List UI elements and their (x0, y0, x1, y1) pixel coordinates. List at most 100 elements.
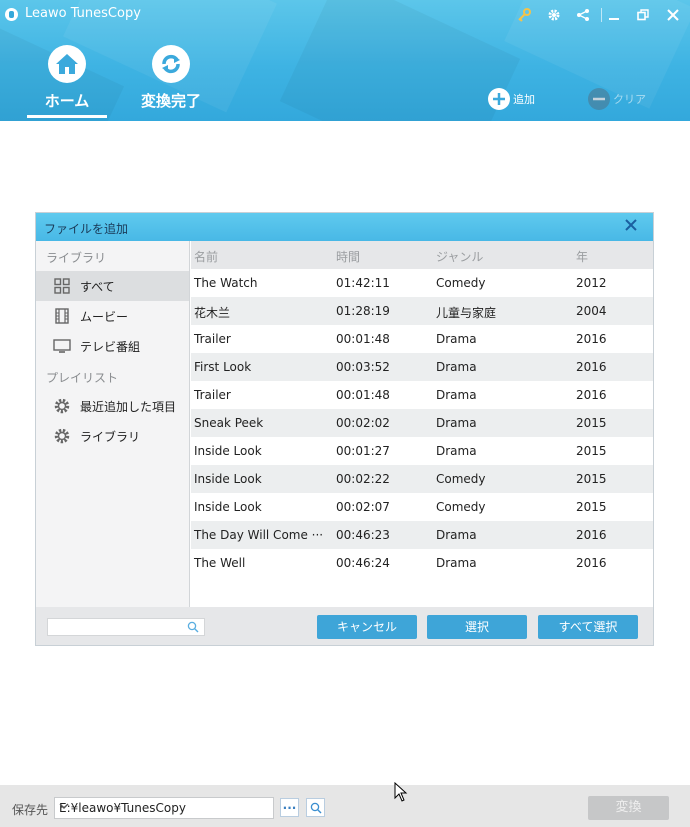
sidebar-item-recently-added[interactable]: 最近追加した項目 (36, 391, 189, 421)
title-bar[interactable]: Leawo TunesCopy (0, 0, 690, 30)
cell-name: Sneak Peek (194, 416, 264, 430)
cancel-button[interactable]: キャンセル (317, 615, 417, 639)
table-row[interactable]: The Day Will Come ··· 00:46:23 Drama 201… (191, 521, 653, 549)
table-row[interactable]: Inside Look 00:01:27 Drama 2015 (191, 437, 653, 465)
cell-year: 2016 (576, 528, 607, 542)
cell-year: 2012 (576, 276, 607, 290)
search-field[interactable] (47, 618, 205, 636)
table-row[interactable]: Sneak Peek 00:02:02 Drama 2015 (191, 409, 653, 437)
chevron-down-icon[interactable] (59, 802, 269, 813)
dialog-close-icon[interactable] (623, 218, 639, 234)
column-header-name[interactable]: 名前 (194, 248, 218, 265)
gear-icon (53, 427, 71, 445)
titlebar-divider (601, 8, 602, 22)
cell-genre: 儿童与家庭 (436, 306, 497, 320)
table-row[interactable]: First Look 00:03:52 Drama 2016 (191, 353, 653, 381)
dialog-footer: キャンセル 選択 すべて選択 (36, 607, 653, 645)
cell-name: The Watch (194, 276, 258, 290)
table-row[interactable]: Inside Look 00:02:22 Comedy 2015 (191, 465, 653, 493)
browse-button[interactable]: ··· (280, 798, 299, 817)
sidebar-item-library[interactable]: ライブラリ (36, 421, 189, 451)
clear-label: クリア (613, 93, 646, 106)
cell-genre: Drama (436, 388, 477, 402)
cell-time: 00:01:48 (336, 388, 390, 402)
table-header: 名前 時間 ジャンル 年 (191, 241, 653, 269)
cell-name: Trailer (194, 332, 231, 346)
minus-icon (588, 88, 610, 110)
save-location-label: 保存先 (12, 803, 49, 817)
library-heading: ライブラリ (46, 251, 107, 265)
table-row[interactable]: The Well 00:46:24 Drama 2016 (191, 549, 653, 577)
cell-name: The Well (194, 556, 246, 570)
add-label: 追加 (513, 93, 535, 106)
table-row[interactable]: Trailer 00:01:48 Drama 2016 (191, 381, 653, 409)
table-row[interactable]: 花木兰 01:28:19 儿童与家庭 2004 (191, 297, 653, 325)
select-all-button[interactable]: すべて選択 (538, 615, 638, 639)
sidebar-item-tv-shows[interactable]: テレビ番組 (36, 331, 189, 361)
cell-time: 01:28:19 (336, 304, 390, 318)
cell-name: First Look (194, 360, 252, 374)
app-logo-icon (5, 8, 18, 21)
cell-genre: Drama (436, 332, 477, 346)
cell-genre: Drama (436, 360, 477, 374)
cell-genre: Drama (436, 556, 477, 570)
add-button[interactable]: 追加 (488, 88, 535, 110)
cell-genre: Drama (436, 444, 477, 458)
cell-time: 00:02:02 (336, 416, 390, 430)
header-bar: Leawo TunesCopy ホーム 変換完了 追加 クリア (0, 0, 690, 121)
gear-icon (53, 397, 71, 415)
cell-year: 2016 (576, 556, 607, 570)
cell-genre: Drama (436, 528, 477, 542)
cell-time: 00:01:48 (336, 332, 390, 346)
cell-year: 2004 (576, 304, 607, 318)
home-icon (48, 45, 86, 83)
column-header-time[interactable]: 時間 (336, 248, 360, 265)
table-row[interactable]: Trailer 00:01:48 Drama 2016 (191, 325, 653, 353)
restore-icon[interactable] (635, 7, 651, 23)
column-header-genre[interactable]: ジャンル (436, 248, 483, 265)
cell-name: Inside Look (194, 444, 262, 458)
bottom-bar: 保存先 E:¥leawo¥TunesCopy ··· 変換 (0, 785, 690, 827)
sidebar-item-label: 最近追加した項目 (80, 399, 177, 414)
minimize-icon[interactable] (606, 7, 622, 23)
select-button[interactable]: 選択 (427, 615, 527, 639)
tab-home[interactable]: ホーム (27, 45, 107, 111)
active-tab-indicator (27, 115, 107, 118)
sidebar-item-label: ムービー (80, 309, 129, 324)
cell-name: The Day Will Come ··· (194, 528, 324, 542)
dialog-title-bar[interactable]: ファイルを追加 (36, 213, 653, 241)
clear-button[interactable]: クリア (588, 88, 646, 110)
output-path-select[interactable]: E:¥leawo¥TunesCopy (54, 797, 274, 819)
sidebar-item-all[interactable]: すべて (36, 271, 189, 301)
cell-genre: Comedy (436, 500, 486, 514)
cell-genre: Drama (436, 416, 477, 430)
cell-year: 2015 (576, 416, 607, 430)
close-icon[interactable] (665, 7, 681, 23)
share-icon[interactable] (575, 7, 591, 23)
key-icon[interactable] (516, 7, 532, 23)
cell-time: 00:01:27 (336, 444, 390, 458)
sidebar-item-movies[interactable]: ムービー (36, 301, 189, 331)
add-file-dialog: ファイルを追加 ライブラリ すべて ムービー テレビ番組 プレイリスト 最近追加… (35, 212, 654, 646)
cell-time: 00:02:07 (336, 500, 390, 514)
sidebar-item-label: すべて (80, 279, 115, 294)
cell-name: Trailer (194, 388, 231, 402)
convert-button[interactable]: 変換 (588, 796, 669, 820)
search-icon (310, 802, 321, 813)
search-input[interactable] (48, 619, 178, 635)
gear-icon[interactable] (546, 7, 562, 23)
cell-name: 花木兰 (194, 306, 231, 320)
open-folder-button[interactable] (306, 798, 325, 817)
cell-year: 2016 (576, 332, 607, 346)
cell-time: 01:42:11 (336, 276, 390, 290)
cell-genre: Comedy (436, 276, 486, 290)
table-row[interactable]: Inside Look 00:02:07 Comedy 2015 (191, 493, 653, 521)
cell-year: 2015 (576, 500, 607, 514)
dialog-title: ファイルを追加 (44, 222, 129, 236)
table-row[interactable]: The Watch 01:42:11 Comedy 2012 (191, 269, 653, 297)
cell-name: Inside Look (194, 472, 262, 486)
tab-converted[interactable]: 変換完了 (131, 45, 211, 111)
column-header-year[interactable]: 年 (576, 248, 588, 265)
sidebar-item-label: テレビ番組 (80, 339, 141, 354)
search-icon[interactable] (187, 621, 199, 633)
